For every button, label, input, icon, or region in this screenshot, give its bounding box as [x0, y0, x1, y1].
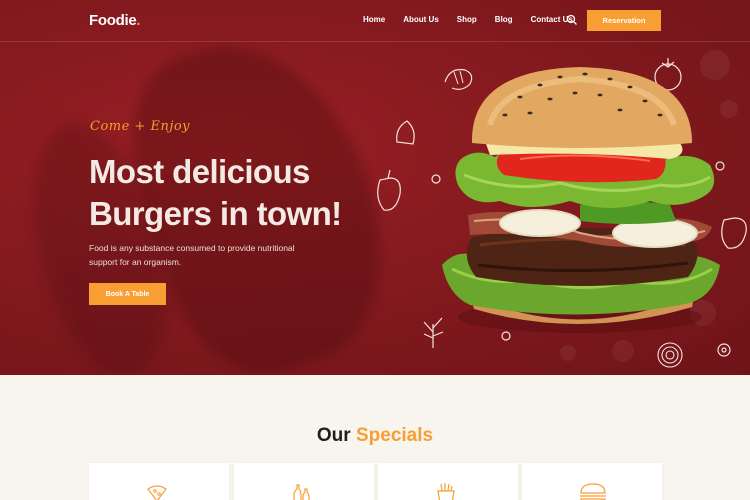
- nav-link-home[interactable]: Home: [363, 15, 385, 24]
- nav-link-blog[interactable]: Blog: [495, 15, 513, 24]
- pizza-icon: [147, 485, 167, 500]
- headline-line-1: Most delicious: [89, 153, 310, 190]
- logo-dot: .: [136, 12, 141, 29]
- specials-heading: Our Specials: [0, 425, 750, 447]
- special-card-pizza[interactable]: [89, 463, 229, 500]
- hero-kicker: Come + Enjoy: [90, 119, 191, 134]
- logo-text: Foodie: [89, 12, 137, 29]
- burger-image: [442, 67, 720, 333]
- logo[interactable]: Foodie.: [89, 12, 141, 29]
- special-card-burger[interactable]: [522, 463, 662, 500]
- fries-icon: [437, 483, 455, 500]
- garlic-doodle-icon: [396, 120, 415, 145]
- hero-headline: Most delicious Burgers in town!: [89, 151, 389, 235]
- navbar: Foodie. Home About Us Shop Blog Contact …: [0, 0, 750, 42]
- nav-link-about[interactable]: About Us: [403, 15, 439, 24]
- bokeh-circle: [560, 345, 576, 361]
- special-card-drinks[interactable]: [234, 463, 374, 500]
- bottles-icon: [293, 484, 310, 500]
- special-card-fries[interactable]: [378, 463, 518, 500]
- book-table-button[interactable]: Book A Table: [89, 283, 166, 305]
- headline-line-2: Burgers in town!: [89, 195, 342, 232]
- nav-link-shop[interactable]: Shop: [457, 15, 477, 24]
- hero-description: Food is any substance consumed to provid…: [89, 243, 295, 267]
- main-nav: Home About Us Shop Blog Contact Us: [363, 15, 591, 24]
- search-icon[interactable]: [566, 13, 578, 25]
- reservation-button[interactable]: Reservation: [587, 10, 661, 31]
- burger-icon: [580, 483, 606, 500]
- specials-title-prefix: Our: [316, 425, 356, 446]
- hero-section: Foodie. Home About Us Shop Blog Contact …: [0, 0, 750, 375]
- pepper-doodle-icon: [377, 169, 401, 211]
- specials-title-accent: Specials: [355, 425, 434, 446]
